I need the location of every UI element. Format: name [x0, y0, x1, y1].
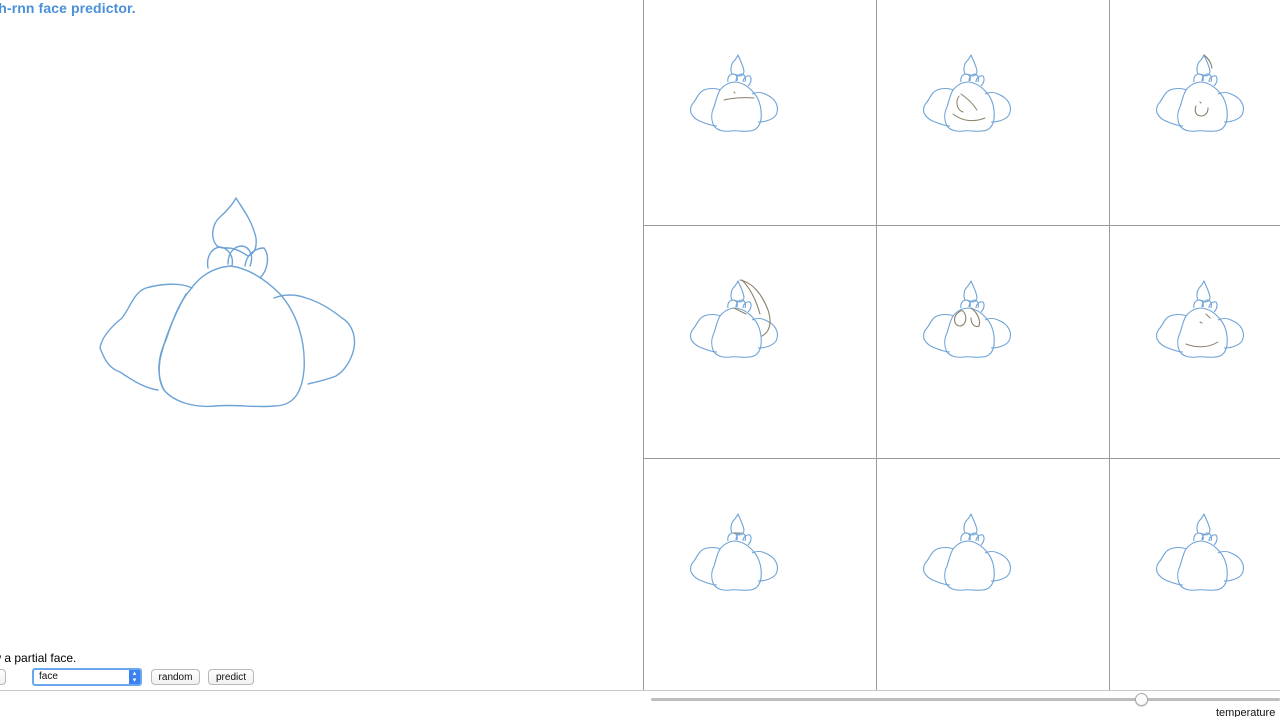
prediction-sketch: [1156, 513, 1245, 591]
model-select[interactable]: face ▴ ▾: [32, 668, 142, 686]
drawing-canvas[interactable]: [60, 160, 400, 450]
prediction-sketch: [1156, 54, 1245, 132]
slider-track[interactable]: [651, 698, 1280, 701]
prediction-sketch: [690, 513, 779, 591]
app-root: sketch-rnn face predictor.: [0, 0, 1280, 717]
prediction-cell[interactable]: [1110, 0, 1280, 232]
prediction-cell[interactable]: [877, 226, 1109, 458]
clear-button[interactable]: [0, 669, 6, 685]
random-button[interactable]: random: [151, 669, 200, 685]
instruction-text: draw a partial face.: [0, 651, 77, 665]
prediction-cell[interactable]: [877, 459, 1109, 691]
temperature-label: temperature: [1216, 707, 1276, 717]
divider: [0, 690, 1280, 691]
model-select-value: face: [39, 671, 58, 682]
select-arrows-icon: ▴ ▾: [129, 670, 140, 684]
prediction-sketch: [690, 54, 779, 132]
prediction-sketch: [923, 513, 1012, 591]
prediction-sketch: [1156, 280, 1245, 358]
temperature-slider[interactable]: [651, 693, 1280, 707]
prediction-grid: [643, 0, 1280, 691]
prediction-sketch: [923, 54, 1012, 132]
prediction-sketch: [923, 280, 1012, 358]
prediction-cell[interactable]: [877, 0, 1109, 232]
predict-button[interactable]: predict: [208, 669, 254, 685]
prediction-cell[interactable]: [1110, 459, 1280, 691]
page-title: sketch-rnn face predictor.: [0, 0, 136, 16]
slider-handle[interactable]: [1134, 693, 1148, 706]
prediction-cell[interactable]: [1110, 226, 1280, 458]
prediction-sketch: [690, 279, 779, 358]
prediction-cell[interactable]: [644, 0, 876, 232]
prediction-cell[interactable]: [644, 459, 876, 691]
prediction-cell[interactable]: [644, 226, 876, 458]
